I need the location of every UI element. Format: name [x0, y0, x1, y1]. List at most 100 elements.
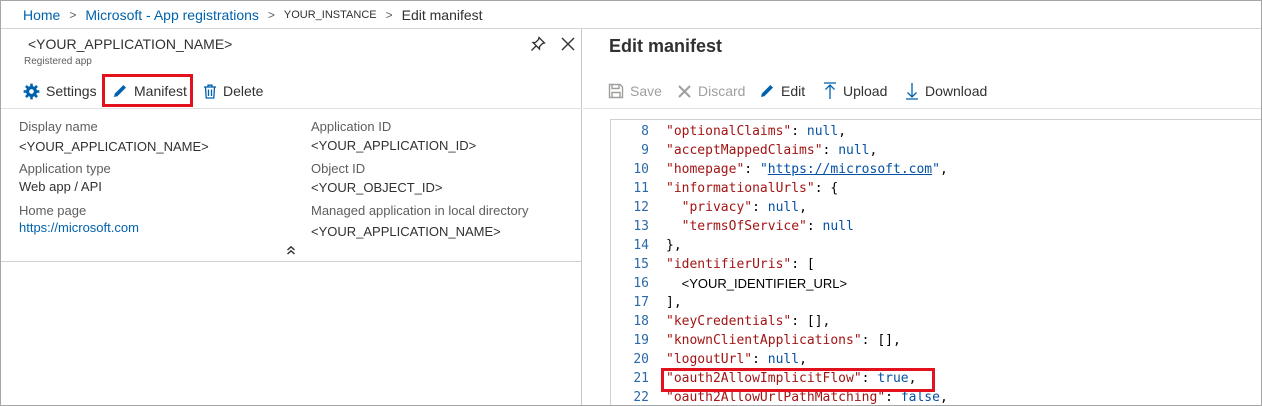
- json-token: },: [666, 238, 682, 253]
- discard-button[interactable]: Discard: [677, 73, 745, 109]
- line-number: 17: [633, 295, 649, 310]
- json-token: :: [752, 200, 768, 215]
- json-token: ,: [939, 162, 948, 177]
- managed-app-label: Managed application in local directory: [311, 203, 529, 218]
- json-token: null: [806, 124, 839, 139]
- line-number: 11: [633, 181, 649, 196]
- breadcrumb-app-registrations[interactable]: Microsoft - App registrations: [85, 7, 259, 23]
- pencil-icon: [761, 85, 773, 97]
- save-label: Save: [630, 83, 662, 99]
- code-text: "homepage": "https://microsoft.com",: [666, 160, 948, 179]
- json-key: "logoutUrl": [666, 352, 753, 367]
- line-number: 13: [633, 219, 649, 234]
- pencil-icon: [114, 84, 126, 97]
- edit-button[interactable]: Edit: [759, 73, 805, 109]
- code-text: ],: [666, 293, 682, 312]
- code-text: "keyCredentials": [],: [666, 312, 830, 331]
- code-text: "privacy": null,: [666, 198, 807, 217]
- code-text: "knownClientApplications": [],: [666, 331, 901, 350]
- settings-button[interactable]: Settings: [23, 73, 97, 109]
- breadcrumb-home[interactable]: Home: [23, 7, 60, 23]
- code-line: 15 "identifierUris": [: [611, 255, 1261, 274]
- json-token: :: [744, 162, 760, 177]
- json-token: ,: [838, 124, 847, 139]
- json-token: null: [767, 352, 800, 367]
- settings-label: Settings: [46, 83, 97, 99]
- manifest-button[interactable]: Manifest: [102, 74, 193, 107]
- line-number: 18: [633, 314, 649, 329]
- delete-button[interactable]: Delete: [203, 73, 263, 109]
- code-line: 18 "keyCredentials": [],: [611, 312, 1261, 331]
- json-token: ": [759, 162, 768, 177]
- portal-frame: Home > Microsoft - App registrations > Y…: [0, 0, 1262, 406]
- code-line: 8 "optionalClaims": null,: [611, 122, 1261, 141]
- app-toolbar: Settings Manifest Delete: [1, 73, 582, 109]
- line-number: 21: [633, 371, 649, 386]
- upload-icon: [824, 82, 836, 99]
- json-token: :: [822, 143, 839, 158]
- upload-label: Upload: [843, 83, 888, 99]
- manifest-label: Manifest: [134, 82, 187, 99]
- object-id-label: Object ID: [311, 161, 366, 176]
- json-key: "homepage": [666, 162, 745, 177]
- breadcrumb: Home > Microsoft - App registrations > Y…: [23, 6, 483, 24]
- breadcrumb-instance[interactable]: YOUR_INSTANCE: [284, 9, 377, 21]
- upload-button[interactable]: Upload: [823, 73, 887, 109]
- line-number: 20: [633, 352, 649, 367]
- json-token: : [],: [861, 333, 901, 348]
- download-button[interactable]: Download: [905, 73, 987, 109]
- application-id-label: Application ID: [311, 119, 392, 134]
- chevron-right-icon: >: [69, 8, 77, 22]
- app-subtitle: Registered app: [24, 56, 92, 67]
- code-text: "informationalUrls": {: [666, 179, 838, 198]
- json-token: : {: [814, 181, 839, 196]
- json-key: "identifierUris": [666, 257, 792, 272]
- json-token: ,: [799, 352, 807, 367]
- line-number: 8: [641, 124, 649, 139]
- json-token: null: [838, 143, 870, 158]
- breadcrumb-current: Edit manifest: [401, 7, 483, 23]
- code-line: 19 "knownClientApplications": [],: [611, 331, 1261, 350]
- app-properties: Display name <YOUR_APPLICATION_NAME> App…: [1, 110, 581, 262]
- home-page-label: Home page: [19, 203, 87, 218]
- close-icon[interactable]: [559, 35, 577, 53]
- json-url-link[interactable]: https://microsoft.com: [768, 162, 932, 177]
- json-token: null: [822, 219, 854, 234]
- application-type-value: Web app / API: [19, 179, 102, 194]
- json-token: false: [900, 390, 940, 405]
- code-text: "optionalClaims": null,: [666, 122, 846, 141]
- line-number: 22: [633, 390, 649, 405]
- manifest-editor[interactable]: 8 "optionalClaims": null, 9 "acceptMappedCl…: [610, 119, 1261, 405]
- json-token: null: [767, 200, 800, 215]
- home-page-link[interactable]: https://microsoft.com: [19, 220, 139, 235]
- download-icon: [906, 83, 918, 100]
- save-icon: [608, 83, 624, 99]
- code-text: <YOUR_IDENTIFIER_URL>: [666, 274, 847, 294]
- double-chevron-up-icon[interactable]: [284, 243, 298, 257]
- app-title: <YOUR_APPLICATION_NAME>: [28, 36, 233, 52]
- manifest-toolbar: Save Discard Edit Upload Download: [583, 73, 1261, 109]
- json-key: "keyCredentials": [666, 314, 792, 329]
- json-key: "acceptMappedClaims": [666, 143, 823, 158]
- json-token: ,: [939, 390, 948, 405]
- manifest-title: Edit manifest: [609, 36, 723, 56]
- json-key: "privacy": [681, 200, 753, 215]
- close-icon: [678, 84, 691, 98]
- json-token: :: [791, 124, 807, 139]
- json-token: :: [806, 219, 823, 234]
- code-text: "termsOfService": null: [666, 217, 854, 236]
- code-line: 20 "logoutUrl": null,: [611, 350, 1261, 369]
- json-token: :: [885, 390, 901, 405]
- save-button[interactable]: Save: [608, 73, 662, 109]
- code-line: 14},: [611, 236, 1261, 255]
- json-token: ],: [666, 295, 682, 310]
- display-name-label: Display name: [19, 119, 98, 134]
- gear-icon: [23, 83, 40, 99]
- pin-icon[interactable]: [529, 35, 547, 53]
- json-key: "knownClientApplications": [666, 333, 862, 348]
- line-number: 14: [633, 238, 649, 253]
- code-line: 17],: [611, 293, 1261, 312]
